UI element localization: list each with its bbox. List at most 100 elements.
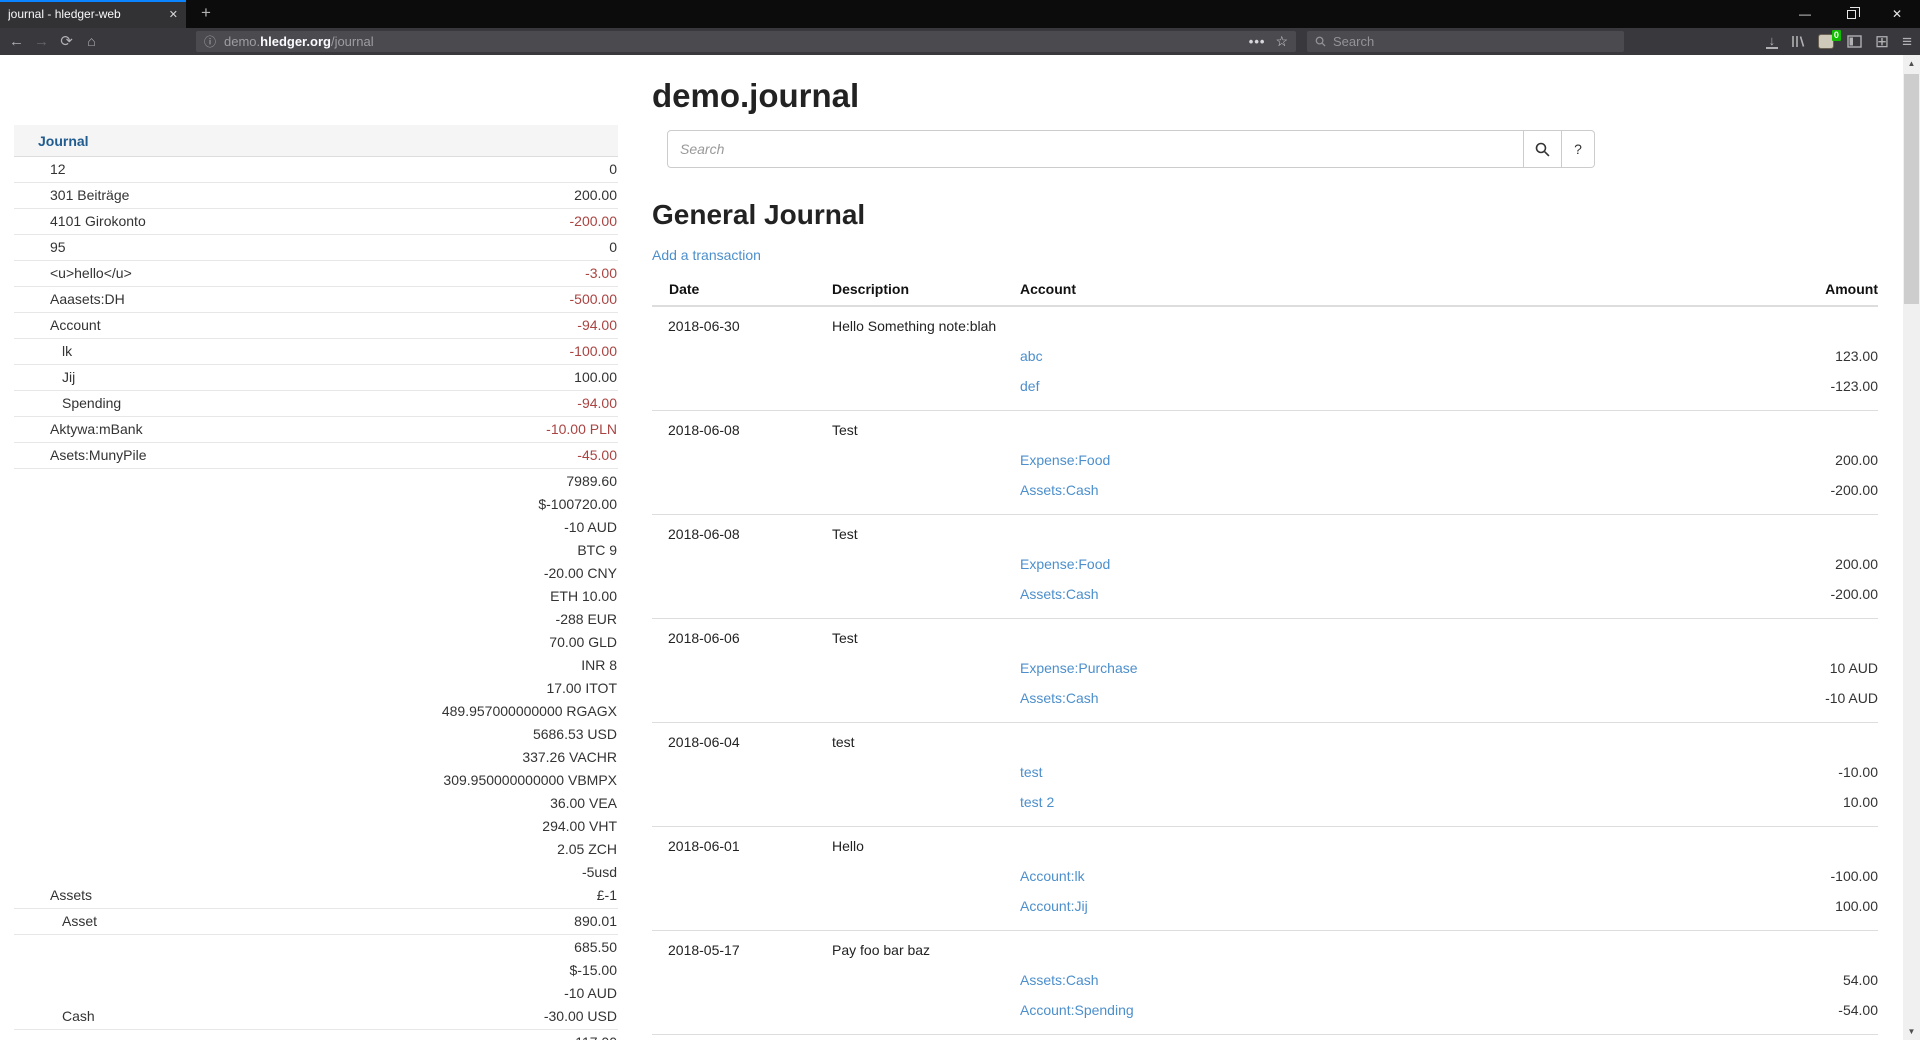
account-balances: -3.00 [585,262,618,285]
posting-amount: 200.00 [1835,554,1878,575]
account-name-link[interactable]: Account [14,314,101,337]
posting-account-link[interactable]: Account:Spending [1020,1000,1134,1021]
table-header-row: Date Description Account Amount [652,277,1878,307]
transaction-row[interactable]: 2018-06-04 test test -10.00 test 2 10.00 [652,723,1878,827]
transaction-date: 2018-05-17 [668,940,832,961]
page-actions-icon[interactable]: ••• [1249,34,1266,49]
transaction-row[interactable]: 2018-06-01 Hello Account:lk -100.00 Acco… [652,827,1878,931]
account-balances: 0 [609,236,618,259]
account-balance: $-15.00 [544,959,617,982]
posting-amount: -100.00 [1831,866,1878,887]
journal-search-input[interactable] [667,130,1524,168]
account-balance: $-100720.00 [442,493,617,516]
posting-account-link[interactable]: Account:lk [1020,866,1085,887]
posting-account-link[interactable]: Assets:Cash [1020,480,1099,501]
sidebar-toggle-icon[interactable] [1847,35,1862,48]
extensions-grid-icon[interactable]: ⊞ [1875,34,1889,50]
posting-account-link[interactable]: Assets:Cash [1020,970,1099,991]
account-name-link[interactable]: 95 [14,236,66,259]
browser-tab-strip: journal - hledger-web ✕ + — ✕ [0,0,1920,28]
account-name-link[interactable]: Asets:MunyPile [14,444,146,467]
account-balance: BTC 9 [442,539,617,562]
posting-amount: 10.00 [1843,792,1878,813]
account-balances: 100.00 [574,366,618,389]
forward-button[interactable]: → [29,29,54,54]
transaction-row[interactable]: 2018-06-06 Test Expense:Purchase 10 AUD … [652,619,1878,723]
page-content: Journal 12 0 301 Beiträge 200.00 4101 Gi… [0,55,1920,1040]
scroll-up-arrow[interactable]: ▲ [1903,55,1920,72]
transaction-date: 2018-06-30 [668,316,832,337]
tab-close-icon[interactable]: ✕ [169,8,178,21]
account-name-link[interactable]: Assets [14,884,92,907]
back-button[interactable]: ← [4,29,29,54]
transaction-row[interactable]: 2018-06-30 Hello Something note:blah abc… [652,307,1878,411]
extension-toad-icon[interactable]: 0 [1818,34,1834,49]
account-name-link[interactable]: Aktywa:mBank [14,418,143,441]
window-minimize-button[interactable]: — [1782,0,1828,28]
new-tab-button[interactable]: + [192,0,220,28]
account-name-link[interactable]: 4101 Girokonto [14,210,146,233]
posting-account-link[interactable]: test [1020,762,1043,783]
account-name-link[interactable]: Spending [14,392,121,415]
page-scrollbar[interactable]: ▲ ▼ [1903,55,1920,1040]
scrollbar-thumb[interactable] [1904,74,1919,304]
reload-button[interactable]: ⟳ [54,29,79,54]
posting-account-link[interactable]: def [1020,376,1039,397]
account-name-link[interactable]: lk [14,340,72,363]
posting-account-link[interactable]: Assets:Cash [1020,584,1099,605]
transaction-row[interactable]: 2018-06-08 Test Expense:Food 200.00 Asse… [652,411,1878,515]
header-account: Account [1020,281,1825,297]
posting-line: abc 123.00 [652,346,1878,367]
account-balance: -3.00 [585,262,617,285]
account-name-link[interactable]: <u>hello</u> [14,262,132,285]
add-transaction-link[interactable]: Add a transaction [652,247,761,263]
account-balance: 7989.60 [442,470,617,493]
account-name-link[interactable]: Jij [14,366,75,389]
sidebar-account-row: Account -94.00 [14,313,618,339]
sidebar-account-row: 12 0 [14,157,618,183]
downloads-icon[interactable]: ↓ [1766,35,1778,49]
posting-account-link[interactable]: Expense:Food [1020,450,1110,471]
search-submit-button[interactable] [1524,130,1562,168]
browser-search-placeholder: Search [1333,34,1374,49]
search-help-button[interactable]: ? [1562,130,1595,168]
transaction-row[interactable]: 2018-05-17 asdfadf ssdf 100.00 tttt -100… [652,1035,1878,1040]
posting-line: Account:lk -100.00 [652,866,1878,887]
menu-icon[interactable]: ≡ [1902,34,1912,50]
window-restore-button[interactable] [1828,0,1874,28]
posting-account-link[interactable]: Assets:Cash [1020,688,1099,709]
browser-tab[interactable]: journal - hledger-web ✕ [0,0,186,28]
transaction-description: Test [832,524,858,545]
account-name-link[interactable]: 301 Beiträge [14,184,129,207]
main-content: demo.journal ? General Journal Add a tra… [652,55,1878,1040]
scroll-down-arrow[interactable]: ▼ [1903,1023,1920,1040]
posting-account-link[interactable]: test 2 [1020,792,1054,813]
account-name-link[interactable]: Aaasets:DH [14,288,125,311]
account-name-link[interactable]: 12 [14,158,66,181]
posting-account-link[interactable]: Account:Jij [1020,896,1088,917]
journal-link[interactable]: Journal [38,133,89,149]
transaction-row[interactable]: 2018-06-08 Test Expense:Food 200.00 Asse… [652,515,1878,619]
posting-account-link[interactable]: Expense:Purchase [1020,658,1138,679]
window-close-button[interactable]: ✕ [1874,0,1920,28]
transaction-date: 2018-06-08 [668,524,832,545]
tab-title: journal - hledger-web [8,7,163,21]
transaction-description: Hello [832,836,864,857]
sidebar-account-row: Aaasets:DH -500.00 [14,287,618,313]
library-icon[interactable] [1791,35,1805,48]
transaction-description: test [832,732,855,753]
account-balances: -200.00 [570,210,618,233]
sidebar-account-row: Asset 890.01 [14,909,618,935]
posting-account-link[interactable]: Expense:Food [1020,554,1110,575]
url-bar[interactable]: ⓘ demo.hledger.org/journal ••• ☆ [196,31,1296,52]
site-info-icon[interactable]: ⓘ [204,33,216,50]
browser-search-field[interactable]: Search [1307,31,1624,52]
transaction-row[interactable]: 2018-05-17 Pay foo bar baz Assets:Cash 5… [652,931,1878,1035]
account-name-link[interactable]: Cash [14,1005,95,1028]
posting-amount: 10 AUD [1830,658,1878,679]
transaction-date: 2018-06-01 [668,836,832,857]
home-button[interactable]: ⌂ [79,29,104,54]
posting-account-link[interactable]: abc [1020,346,1043,367]
bookmark-star-icon[interactable]: ☆ [1275,33,1288,50]
account-name-link[interactable]: Asset [14,910,97,933]
